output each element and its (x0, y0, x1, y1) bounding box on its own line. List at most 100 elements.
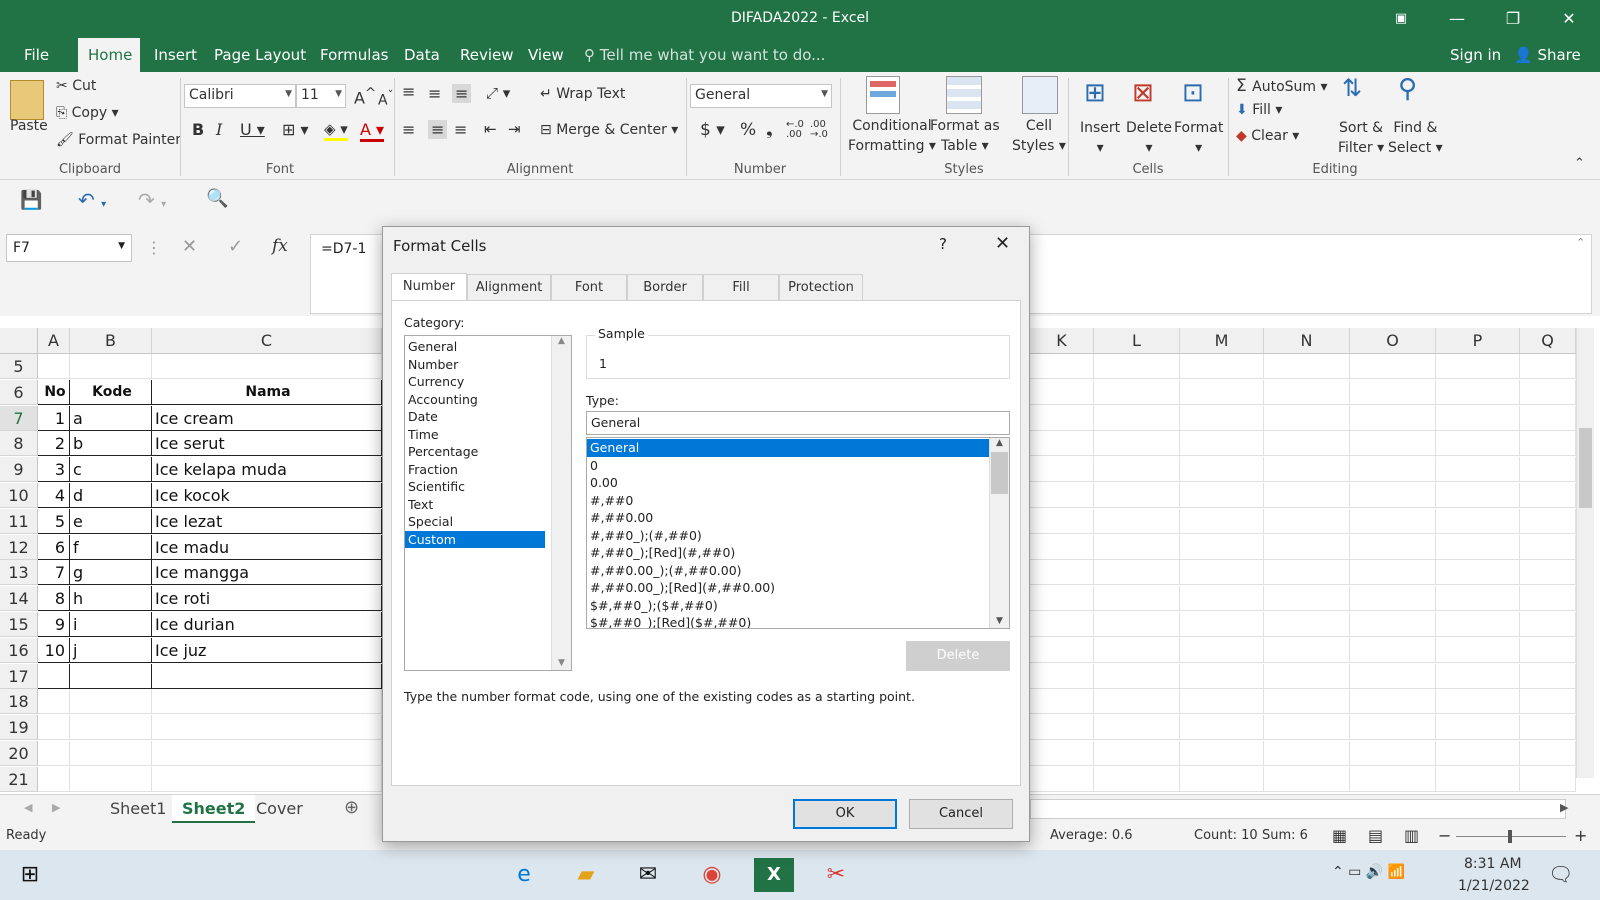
select-all-corner[interactable] (0, 328, 38, 354)
type-scrollbar[interactable]: ▲ ▼ (989, 438, 1009, 628)
category-item[interactable]: Number (405, 356, 545, 374)
print-preview-icon[interactable]: 🔍 (206, 188, 228, 209)
row-header[interactable]: 8 (0, 431, 38, 457)
cell[interactable] (1030, 457, 1094, 483)
cell[interactable]: 8 (38, 586, 70, 612)
cell[interactable]: 4 (38, 483, 70, 508)
category-item[interactable]: General (405, 338, 545, 356)
cell[interactable] (1094, 534, 1180, 560)
font-name-combo[interactable]: Calibri ▼ (184, 84, 296, 108)
cell[interactable] (1264, 663, 1350, 689)
category-item[interactable]: Time (405, 426, 545, 444)
sheet-tab-sheet1[interactable]: Sheet1 (100, 795, 176, 823)
cell[interactable] (1264, 457, 1350, 483)
cell[interactable] (1180, 431, 1264, 457)
cell[interactable]: b (70, 431, 152, 457)
cell[interactable] (1520, 354, 1576, 379)
category-item[interactable]: Special (405, 513, 545, 531)
column-header[interactable]: M (1180, 328, 1264, 354)
underline-button[interactable]: U ▾ (240, 120, 265, 139)
type-item[interactable]: #,##0.00_);[Red](#,##0.00) (587, 579, 989, 597)
paste-icon[interactable] (10, 80, 44, 120)
column-header[interactable]: O (1350, 328, 1436, 354)
increase-indent-icon[interactable]: ⇥ (508, 120, 521, 138)
cell[interactable]: c (70, 457, 152, 483)
cell[interactable] (1520, 612, 1576, 637)
cell[interactable] (1094, 741, 1180, 766)
category-scrollbar[interactable]: ▲ ▼ (551, 336, 571, 670)
type-item[interactable]: #,##0.00_);(#,##0.00) (587, 562, 989, 580)
cell[interactable] (1520, 663, 1576, 689)
cell[interactable] (1180, 354, 1264, 379)
column-header[interactable]: A (38, 328, 70, 354)
autosum-button[interactable]: Σ AutoSum ▾ (1236, 76, 1328, 96)
cell[interactable] (1436, 405, 1520, 431)
tab-insert[interactable]: Insert (154, 38, 197, 72)
category-item[interactable]: Fraction (405, 461, 545, 479)
cell[interactable]: Nama (152, 379, 382, 405)
insert-function-icon[interactable]: fx (272, 236, 288, 256)
type-item[interactable]: #,##0_);(#,##0) (587, 527, 989, 545)
cell[interactable] (1350, 560, 1436, 586)
align-bottom-icon[interactable]: ≡ (452, 84, 472, 103)
cell[interactable] (1030, 741, 1094, 766)
cell[interactable] (1264, 741, 1350, 766)
edge-icon[interactable]: e (504, 858, 544, 892)
column-header[interactable]: N (1264, 328, 1350, 354)
find-select-button[interactable]: Find & Select ▾ (1388, 118, 1443, 158)
cell[interactable]: Ice roti (152, 586, 382, 612)
sheet-tab-cover[interactable]: Cover (246, 795, 313, 823)
cut-button[interactable]: ✂ Cut (56, 78, 96, 94)
cancel-entry-icon[interactable]: ✕ (182, 236, 197, 257)
cell[interactable] (1350, 405, 1436, 431)
cell[interactable] (1180, 508, 1264, 534)
cell[interactable] (1436, 663, 1520, 689)
dialog-tab-number[interactable]: Number (391, 273, 467, 301)
cell[interactable] (1350, 534, 1436, 560)
cell[interactable]: j (70, 637, 152, 663)
cell[interactable] (1264, 637, 1350, 663)
type-item[interactable]: 0.00 (587, 474, 989, 492)
cell[interactable] (1030, 612, 1094, 637)
category-item[interactable]: Accounting (405, 391, 545, 409)
cell[interactable] (1436, 354, 1520, 379)
align-center-icon[interactable]: ≡ (428, 120, 448, 139)
category-item[interactable]: Custom (405, 530, 545, 548)
cell[interactable] (1030, 354, 1094, 379)
cell[interactable]: 6 (38, 534, 70, 560)
cell[interactable]: 7 (38, 560, 70, 586)
minimize-button[interactable]: — (1434, 6, 1480, 32)
cell[interactable]: Ice mangga (152, 560, 382, 586)
cell[interactable] (70, 354, 152, 379)
cell[interactable]: e (70, 508, 152, 534)
type-item[interactable]: #,##0 (587, 492, 989, 510)
cell[interactable]: Ice lezat (152, 508, 382, 534)
dialog-tab-alignment[interactable]: Alignment (467, 274, 551, 300)
cell[interactable]: 2 (38, 431, 70, 457)
cell[interactable] (1264, 612, 1350, 637)
cell[interactable] (1094, 379, 1180, 405)
type-item[interactable]: $#,##0_);[Red]($#,##0) (587, 614, 989, 628)
type-item[interactable]: #,##0_);[Red](#,##0) (587, 544, 989, 562)
cell[interactable]: Kode (70, 379, 152, 405)
category-list[interactable]: General Number Currency Accounting Date Time P… (404, 335, 572, 671)
cell[interactable] (1180, 405, 1264, 431)
dialog-tab-border[interactable]: Border (627, 274, 703, 300)
cell[interactable] (1520, 766, 1576, 792)
cell[interactable] (1094, 766, 1180, 792)
row-header[interactable]: 5 (0, 354, 38, 379)
cell[interactable] (1436, 483, 1520, 508)
cell[interactable] (1520, 508, 1576, 534)
cell[interactable] (70, 766, 152, 792)
merge-center-button[interactable]: ⊟ Merge & Center ▾ (540, 122, 678, 138)
cell[interactable] (1520, 715, 1576, 741)
cell[interactable] (1350, 766, 1436, 792)
currency-icon[interactable]: $ ▾ (700, 120, 725, 140)
cell[interactable] (1030, 766, 1094, 792)
undo-icon[interactable]: ↶ ▾ (78, 188, 106, 212)
horizontal-scrollbar[interactable] (1030, 799, 1566, 819)
cell[interactable] (1094, 663, 1180, 689)
borders-icon[interactable]: ⊞ ▾ (282, 120, 309, 139)
cell[interactable] (152, 741, 382, 766)
page-layout-view-icon[interactable]: ▤ (1368, 826, 1383, 845)
